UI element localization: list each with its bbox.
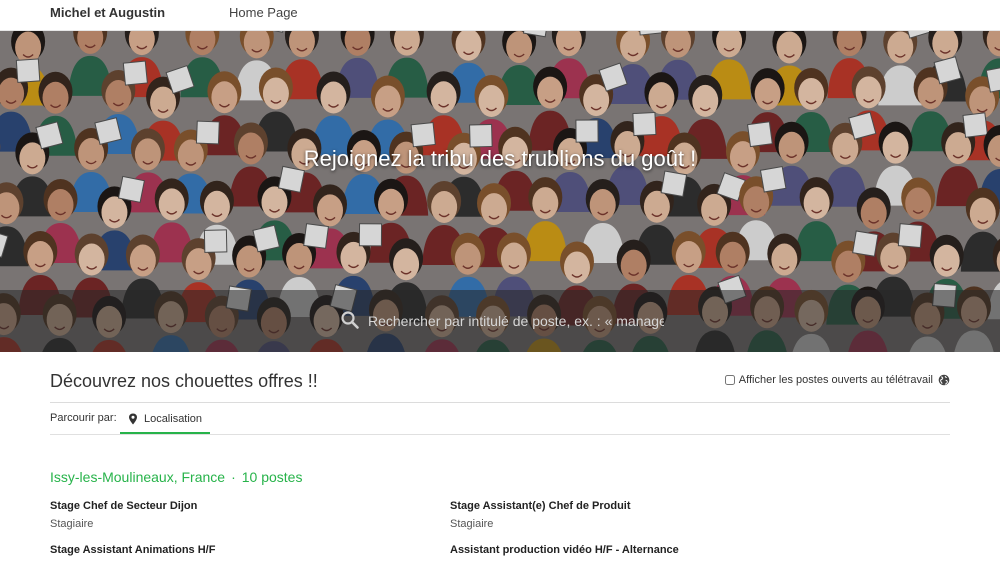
divider	[50, 434, 950, 435]
search-icon	[341, 311, 359, 329]
location-count: 10 postes	[241, 469, 303, 485]
job-type: Stagiaire	[50, 518, 94, 530]
hero-banner: Rejoignez la tribu des trublions du goût…	[0, 31, 1000, 352]
section-title: Découvrez nos chouettes offres !!	[50, 371, 318, 391]
location-name: Issy-les-Moulineaux, France	[50, 469, 226, 485]
job-listing-item[interactable]: Stage Chef de Secteur Dijon Stagiaire	[50, 500, 450, 530]
brand-name[interactable]: Michel et Augustin	[50, 5, 165, 20]
job-title[interactable]: Stage Assistant Animations H/F	[50, 544, 450, 556]
job-listing-item[interactable]: Assistant production vidéo H/F - Alterna…	[450, 544, 850, 556]
top-nav: Michel et Augustin Home Page	[0, 0, 1000, 31]
search-input[interactable]	[368, 309, 664, 333]
location-heading[interactable]: Issy-les-Moulineaux, France · 10 postes	[50, 469, 302, 485]
job-type: Stagiaire	[450, 518, 494, 530]
browse-label: Parcourir par:	[50, 412, 117, 424]
tab-location[interactable]: Localisation	[120, 405, 210, 435]
job-listing-item[interactable]: Stage Assistant Animations H/F	[50, 544, 450, 556]
job-title[interactable]: Assistant production vidéo H/F - Alterna…	[450, 544, 850, 556]
map-pin-icon	[128, 413, 137, 424]
home-page-link[interactable]: Home Page	[229, 5, 298, 20]
remote-filter[interactable]: Afficher les postes ouverts au télétrava…	[724, 374, 950, 386]
job-title[interactable]: Stage Chef de Secteur Dijon	[50, 500, 450, 512]
remote-checkbox[interactable]	[724, 375, 735, 385]
search-bar	[0, 290, 1000, 352]
job-listing-item[interactable]: Stage Assistant(e) Chef de Produit Stagi…	[450, 500, 850, 530]
location-separator: ·	[231, 469, 236, 485]
divider	[50, 402, 950, 403]
job-title[interactable]: Stage Assistant(e) Chef de Produit	[450, 500, 850, 512]
globe-icon	[938, 374, 950, 386]
remote-label: Afficher les postes ouverts au télétrava…	[738, 374, 933, 386]
tab-location-label: Localisation	[143, 412, 203, 425]
hero-title: Rejoignez la tribu des trublions du goût…	[303, 146, 697, 171]
